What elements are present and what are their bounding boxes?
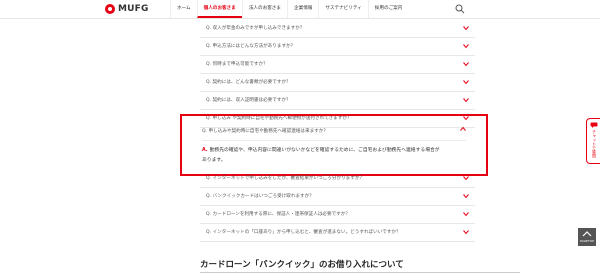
chevron-down-icon [463, 26, 469, 31]
chat-support-tab[interactable]: チャットで質問 [586, 118, 600, 164]
chevron-up-icon [582, 231, 592, 237]
faq-list-continued: Q. インターネットで申し込みをしたが、審査結果がいつごろ分かりますか？ Q. … [200, 170, 475, 242]
chevron-up-icon[interactable] [460, 126, 466, 132]
mufg-logo-mark-icon [105, 4, 115, 14]
faq-item[interactable]: Q. 契約には、収入証明書は必要ですか？ [200, 92, 475, 110]
nav-home[interactable]: ホーム [170, 0, 197, 18]
faq-question: Q. バンクイックカードはいつごろ受け取れますか？ [206, 194, 314, 199]
faq-list: Q. 収入が年金のみですが申し込みできますか？ Q. 申込方法にはどんな方法があ… [200, 20, 475, 128]
faq-question: Q. 申込方法にはどんな方法がありますか？ [206, 44, 296, 49]
chevron-down-icon [463, 98, 469, 103]
mufg-logo[interactable]: MUFG [105, 3, 149, 15]
nav-recruit[interactable]: 採用のご案内 [367, 0, 409, 18]
faq-question: Q. カードローンを利用する際に、保証人・連帯保証人は必要ですか？ [206, 212, 350, 217]
answer-label: A. [202, 148, 208, 153]
faq-question: Q. インターネットの「口座あり」から申し込むと、審査が進まない。どうすればいい… [206, 230, 401, 235]
nav-sustainability[interactable]: サステナビリティ [318, 0, 367, 18]
pagetop-button[interactable]: PAGETOP [578, 228, 596, 246]
faq-item[interactable]: Q. バンクイックカードはいつごろ受け取れますか？ [200, 188, 475, 206]
search-icon[interactable] [455, 4, 465, 14]
faq-answer: A. 勤務先の確認や、申込内容に間違いがないかなどを確認するために、ご自宅および勤… [202, 146, 442, 166]
divider [202, 140, 466, 141]
chevron-down-icon [463, 230, 469, 235]
faq-item[interactable]: Q. インターネットで申し込みをしたが、審査結果がいつごろ分かりますか？ [200, 170, 475, 188]
section-title: カードローン「バンクイック」のお借り入れについて [200, 260, 404, 270]
faq-question: Q. 収入が年金のみですが申し込みできますか？ [206, 26, 305, 31]
faq-question: Q. 契約には、収入証明書は必要ですか？ [206, 98, 291, 103]
nav-personal[interactable]: 個人のお客さま [196, 0, 242, 18]
faq-item[interactable]: Q. インターネットの「口座あり」から申し込むと、審査が進まない。どうすればいい… [200, 224, 475, 242]
nav-corporate[interactable]: 法人のお客さま [241, 0, 287, 18]
chevron-down-icon [463, 194, 469, 199]
chevron-down-icon [463, 44, 469, 49]
faq-item[interactable]: Q. 収入が年金のみですが申し込みできますか？ [200, 20, 475, 38]
faq-item[interactable]: Q. 何時まで申込可能ですか？ [200, 56, 475, 74]
chevron-down-icon [463, 62, 469, 67]
faq-question: Q. 何時まで申込可能ですか？ [206, 62, 268, 67]
chevron-down-icon [463, 176, 469, 181]
faq-item[interactable]: Q. カードローンを利用する際に、保証人・連帯保証人は必要ですか？ [200, 206, 475, 224]
faq-question: Q. 申し込みや契約時に自宅や勤務先へ確認連絡は来ますか？ [202, 129, 328, 134]
faq-question: Q. 契約には、どんな書類が必要ですか？ [206, 80, 291, 85]
global-nav: ホーム 個人のお客さま 法人のお客さま 企業情報 サステナビリティ 採用のご案内 [170, 0, 408, 18]
chat-tab-label: チャットで質問 [592, 130, 597, 158]
chevron-down-icon [463, 212, 469, 217]
faq-item-expanded[interactable]: Q. 申し込みや契約時に自宅や勤務先へ確認連絡は来ますか？ A. 勤務先の確認や、… [180, 114, 488, 176]
brand-name: MUFG [118, 4, 149, 14]
pagetop-label: PAGETOP [580, 239, 594, 243]
nav-company[interactable]: 企業情報 [287, 0, 318, 18]
faq-item[interactable]: Q. 申込方法にはどんな方法がありますか？ [200, 38, 475, 56]
section-divider [200, 272, 520, 273]
answer-text: 勤務先の確認や、申込内容に間違いがないかなどを確認するために、ご自宅および勤務先… [202, 148, 440, 163]
faq-question: Q. インターネットで申し込みをしたが、審査結果がいつごろ分かりますか？ [206, 176, 365, 181]
site-header: MUFG ホーム 個人のお客さま 法人のお客さま 企業情報 サステナビリティ 採… [0, 0, 600, 19]
faq-item[interactable]: Q. 契約には、どんな書類が必要ですか？ [200, 74, 475, 92]
chevron-down-icon [463, 80, 469, 85]
chat-bubble-icon [590, 122, 598, 128]
